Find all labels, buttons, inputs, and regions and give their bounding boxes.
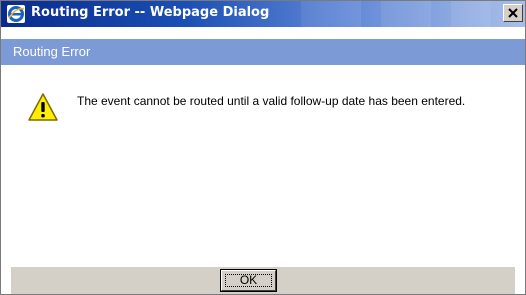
ok-button-label: OK: [239, 273, 258, 287]
close-icon: [508, 8, 518, 18]
ok-button[interactable]: OK: [220, 269, 277, 292]
warning-icon: [27, 92, 59, 122]
dialog-window: Routing Error -- Webpage Dialog Routing …: [0, 0, 526, 295]
title-bar[interactable]: Routing Error -- Webpage Dialog: [1, 1, 525, 27]
close-button[interactable]: [503, 4, 523, 22]
window-title: Routing Error -- Webpage Dialog: [31, 5, 270, 20]
error-message: The event cannot be routed until a valid…: [77, 94, 466, 108]
internet-explorer-icon: [7, 5, 25, 23]
dialog-heading: Routing Error: [13, 44, 91, 59]
dialog-header: Routing Error: [1, 39, 525, 65]
dialog-footer: OK: [11, 267, 515, 294]
